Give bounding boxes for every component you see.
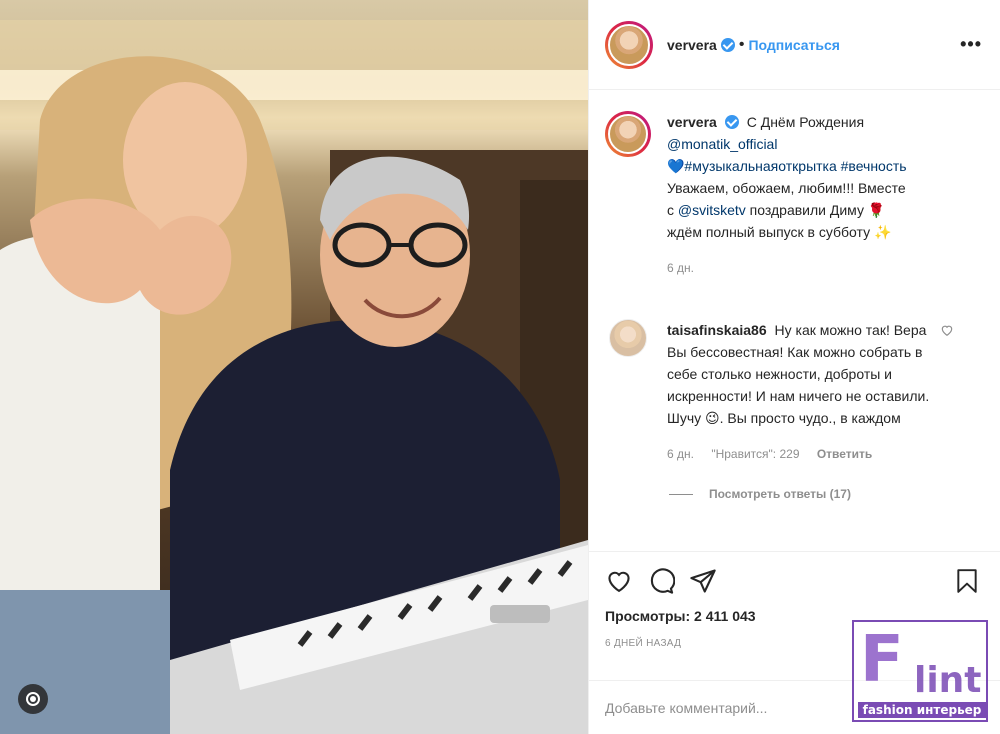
heart-icon[interactable] bbox=[605, 567, 633, 595]
author-avatar[interactable] bbox=[605, 20, 653, 69]
follow-button[interactable]: Подписаться bbox=[748, 37, 840, 53]
comment-icon[interactable] bbox=[647, 567, 675, 595]
verified-icon bbox=[720, 37, 735, 52]
caption-body: ververa С Днём Рождения @monatik_officia… bbox=[667, 111, 984, 279]
caption-line-4-prefix: с bbox=[667, 202, 678, 218]
mention-svitsketv[interactable]: @svitsketv bbox=[678, 202, 746, 218]
comment-meta: 6 дн. "Нравится": 229 Ответить bbox=[667, 443, 944, 465]
commenter-username[interactable]: taisafinskaia86 bbox=[667, 322, 767, 338]
caption-avatar[interactable] bbox=[605, 111, 651, 157]
caption-age[interactable]: 6 дн. bbox=[667, 261, 694, 275]
comment-item: taisafinskaia86 Ну как можно так! Вера В… bbox=[605, 319, 984, 465]
media-glyph-icon[interactable] bbox=[18, 684, 48, 714]
bookmark-icon[interactable] bbox=[954, 567, 980, 595]
caption-line-5: ждём полный выпуск в субботу ✨ bbox=[667, 224, 892, 240]
watermark-tagline: fashion интерьер bbox=[858, 702, 986, 718]
flint-watermark: F lint fashion интерьер bbox=[852, 620, 988, 722]
comment-likes[interactable]: "Нравится": 229 bbox=[711, 447, 799, 461]
mention-monatik[interactable]: @monatik_official bbox=[667, 136, 777, 152]
caption-line-3: Уважаем, обожаем, любим!!! Вместе bbox=[667, 180, 906, 196]
view-replies-button[interactable]: Посмотреть ответы (17) bbox=[669, 487, 984, 501]
caption: ververa С Днём Рождения @monatik_officia… bbox=[605, 111, 984, 279]
comments-section[interactable]: ververa С Днём Рождения @monatik_officia… bbox=[589, 91, 1000, 551]
separator-dot: • bbox=[738, 35, 745, 53]
verified-icon bbox=[724, 115, 739, 129]
comment-body: taisafinskaia86 Ну как можно так! Вера В… bbox=[667, 319, 984, 465]
commenter-avatar[interactable] bbox=[609, 319, 647, 357]
caption-meta: 6 дн. bbox=[667, 257, 984, 279]
action-icons bbox=[605, 564, 984, 598]
comment-like-heart-icon[interactable] bbox=[940, 323, 954, 337]
caption-username[interactable]: ververa bbox=[667, 114, 717, 130]
watermark-logo: F bbox=[860, 623, 904, 697]
caption-hashtags[interactable]: 💙#музыкальнаяоткрытка #вечность bbox=[667, 158, 907, 174]
watermark-logo-suffix: lint bbox=[914, 660, 982, 701]
post-header: ververa • Подписаться ••• bbox=[589, 0, 1000, 90]
reply-button[interactable]: Ответить bbox=[817, 447, 872, 461]
view-replies-label[interactable]: Посмотреть ответы (17) bbox=[709, 487, 851, 501]
post-media[interactable] bbox=[0, 0, 588, 734]
comment-age[interactable]: 6 дн. bbox=[667, 447, 694, 461]
replies-line bbox=[669, 493, 693, 495]
share-icon[interactable] bbox=[689, 567, 717, 595]
caption-line-4-suffix: поздравили Диму 🌹 bbox=[745, 202, 886, 218]
caption-line-1: С Днём Рождения bbox=[746, 114, 865, 130]
author-info: ververa • Подписаться bbox=[667, 36, 840, 54]
video-frame bbox=[0, 20, 588, 734]
author-username[interactable]: ververa bbox=[667, 37, 717, 53]
more-icon[interactable]: ••• bbox=[960, 34, 982, 55]
